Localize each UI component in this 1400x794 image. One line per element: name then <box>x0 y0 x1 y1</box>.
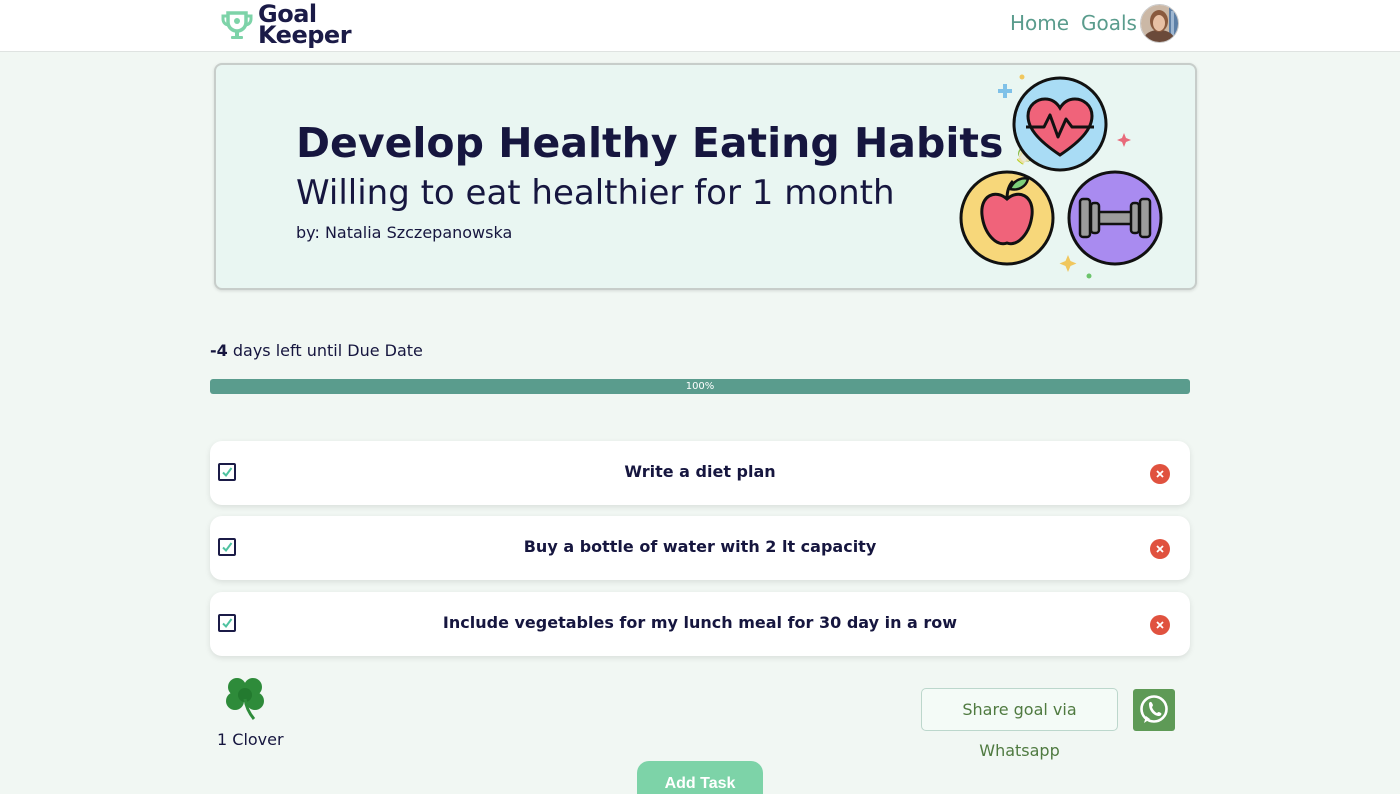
logo-line-2: Keeper <box>258 21 352 49</box>
clover-count: 1 Clover <box>217 730 284 749</box>
close-icon <box>1156 470 1164 478</box>
goal-header-card: Develop Healthy Eating Habits🥬 Willing t… <box>214 63 1197 290</box>
days-left-value: -4 <box>210 341 228 360</box>
trophy-icon <box>221 11 253 39</box>
task-label: Buy a bottle of water with 2 lt capacity <box>523 537 877 556</box>
logo[interactable]: Goal Keeper <box>220 2 352 49</box>
progress-label: 100% <box>685 381 715 392</box>
close-icon <box>1156 545 1164 553</box>
delete-task-button[interactable] <box>1150 539 1170 559</box>
task-item: Write a diet plan <box>210 441 1190 505</box>
logo-text: Goal Keeper <box>258 2 352 49</box>
goal-title: Develop Healthy Eating Habits🥬 <box>296 119 1056 167</box>
delete-task-button[interactable] <box>1150 615 1170 635</box>
task-checkbox[interactable] <box>218 463 236 481</box>
goal-subtitle: Willing to eat healthier for 1 month <box>296 173 895 213</box>
health-illustration-icon <box>959 74 1163 279</box>
navbar: Goal Keeper Home Goals <box>0 0 1400 52</box>
task-item: Buy a bottle of water with 2 lt capacity <box>210 516 1190 580</box>
task-label: Include vegetables for my lunch meal for… <box>442 613 958 632</box>
checkmark-icon <box>222 618 233 629</box>
checkmark-icon <box>222 542 233 553</box>
nav-goals-link[interactable]: Goals <box>1081 11 1137 35</box>
days-left-text: -4 days left until Due Date <box>210 341 423 360</box>
days-left-label: days left until Due Date <box>227 341 423 360</box>
nav-home-link[interactable]: Home <box>1010 11 1069 35</box>
add-task-button[interactable]: Add Task <box>637 761 763 794</box>
task-checkbox[interactable] <box>218 614 236 632</box>
task-item: Include vegetables for my lunch meal for… <box>210 592 1190 656</box>
goal-title-text: Develop Healthy Eating Habits <box>296 119 1004 167</box>
close-icon <box>1156 621 1164 629</box>
whatsapp-button[interactable] <box>1133 689 1175 731</box>
checkmark-icon <box>222 467 233 478</box>
goal-progress-bar: 100% <box>210 379 1190 394</box>
delete-task-button[interactable] <box>1150 464 1170 484</box>
share-whatsapp-button[interactable]: Share goal via Whatsapp <box>921 688 1118 760</box>
whatsapp-icon <box>1140 695 1168 723</box>
goal-author: by: Natalia Szczepanowska <box>296 223 513 242</box>
clover-icon <box>226 678 264 720</box>
avatar[interactable] <box>1140 4 1179 43</box>
task-label: Write a diet plan <box>624 462 776 481</box>
task-checkbox[interactable] <box>218 538 236 556</box>
